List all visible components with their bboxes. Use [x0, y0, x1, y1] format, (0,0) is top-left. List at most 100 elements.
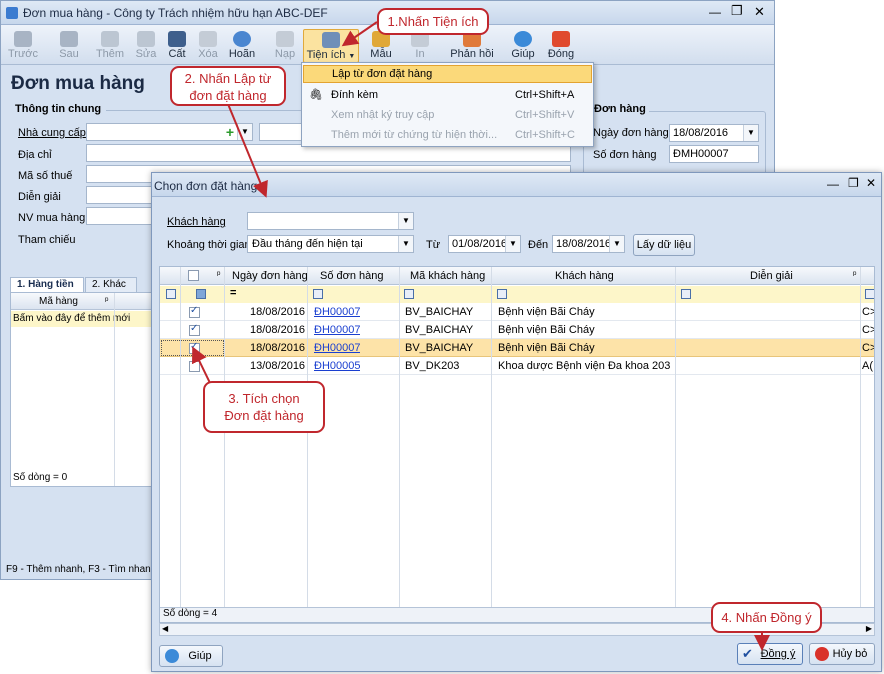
general-section-title: Thông tin chung — [15, 103, 102, 115]
chevron-down-icon[interactable]: ▼ — [743, 125, 758, 141]
order-date-label: Ngày đơn hàng — [593, 127, 669, 139]
column-order-date[interactable]: Ngày đơn hàng — [228, 267, 308, 285]
order-date-input[interactable]: 18/08/2016 ▼ — [669, 124, 759, 142]
arrow-left-icon — [14, 31, 32, 47]
filter-icon[interactable] — [166, 289, 176, 299]
chevron-down-icon[interactable]: ▼ — [398, 236, 413, 252]
filter-icon[interactable] — [681, 289, 691, 299]
from-date-input[interactable]: 01/08/2016 ▼ — [448, 235, 521, 253]
plus-icon[interactable]: + — [226, 124, 234, 140]
tools-icon — [322, 32, 340, 48]
column-customer[interactable]: Khách hàng — [555, 267, 614, 285]
scroll-left-icon[interactable]: ◀ — [162, 624, 168, 633]
filter-icon[interactable] — [313, 289, 323, 299]
save-button[interactable]: Cất — [163, 29, 191, 63]
menu-item-attach[interactable]: 🖇 Đính kèm Ctrl+Shift+A — [303, 86, 592, 104]
row-number[interactable]: ĐH00007 — [310, 339, 360, 357]
grid-line — [307, 267, 308, 607]
maximize-icon[interactable]: ❐ — [848, 176, 859, 190]
orders-grid: ᵖ Ngày đơn hàng Số đơn hàng Mã khách hàn… — [159, 266, 875, 623]
undo-button[interactable]: Hoãn — [226, 29, 258, 63]
filter-equals[interactable]: = — [230, 287, 236, 299]
menu-item-new-from-current[interactable]: Thêm mới từ chứng từ hiện thời... Ctrl+Sh… — [303, 126, 592, 144]
load-icon — [276, 31, 294, 47]
menu-item-access-log[interactable]: Xem nhật ký truy cập Ctrl+Shift+V — [303, 106, 592, 124]
column-order-number[interactable]: Số đơn hàng — [320, 267, 384, 285]
row-description: C> — [862, 324, 875, 336]
save-icon — [168, 31, 186, 47]
help-icon — [165, 649, 179, 663]
filter-icon[interactable] — [497, 289, 507, 299]
load-button[interactable]: Nạp — [271, 29, 299, 63]
fetch-data-button[interactable]: Lấy dữ liệu — [633, 234, 695, 256]
chevron-down-icon[interactable]: ▼ — [398, 213, 413, 229]
address-label: Địa chỉ — [18, 149, 52, 161]
row-checkbox[interactable] — [189, 361, 200, 372]
supplier-input[interactable]: + ▼ — [86, 123, 253, 141]
maximize-icon[interactable]: ❐ — [731, 3, 743, 19]
period-label: Khoảng thời gian — [167, 239, 251, 251]
scroll-right-icon[interactable]: ▶ — [866, 624, 872, 633]
column-description[interactable]: Diễn giải — [750, 267, 793, 285]
delete-button[interactable]: Xóa — [194, 29, 222, 63]
pin-icon[interactable]: ᵖ — [217, 269, 220, 279]
tab-other[interactable]: 2. Khác — [85, 277, 137, 292]
dialog-row-count: Số dòng = 4 — [163, 608, 218, 619]
filter-icon[interactable] — [404, 289, 414, 299]
chevron-down-icon[interactable]: ▼ — [505, 236, 520, 252]
reference-label: Tham chiếu — [18, 234, 76, 246]
grid-line — [399, 267, 400, 607]
grid-line — [180, 267, 181, 607]
power-icon — [552, 31, 570, 47]
row-description: A( — [862, 360, 873, 372]
row-number[interactable]: ĐH00007 — [310, 303, 360, 321]
cancel-button[interactable]: Hủy bỏ — [809, 643, 875, 665]
row-customer-code: BV_BAICHAY — [405, 324, 474, 336]
edit-button[interactable]: Sửa — [132, 29, 160, 63]
close-icon[interactable]: ✕ — [754, 4, 765, 20]
to-date-input[interactable]: 18/08/2016 ▼ — [552, 235, 625, 253]
main-window-title: Đơn mua hàng - Công ty Trách nhiệm hữu h… — [23, 6, 328, 20]
close-icon[interactable]: ✕ — [866, 176, 876, 190]
row-customer-code: BV_BAICHAY — [405, 306, 474, 318]
chevron-down-icon[interactable]: ▼ — [609, 236, 624, 252]
tab-goods[interactable]: 1. Hàng tiền — [10, 277, 84, 292]
grid-line — [114, 293, 115, 486]
row-description: C> — [862, 306, 875, 318]
order-number-input[interactable]: ĐMH00007 — [669, 145, 759, 163]
pin-icon[interactable]: ᵖ — [105, 295, 108, 305]
utilities-menu: Lập từ đơn đặt hàng 🖇 Đính kèm Ctrl+Shift+… — [301, 62, 594, 147]
menu-item-create-from-order[interactable]: Lập từ đơn đặt hàng — [303, 65, 592, 83]
customer-select[interactable]: ▼ — [247, 212, 414, 230]
check-icon: ✓ — [190, 323, 199, 334]
prev-button[interactable]: Trước — [7, 29, 39, 63]
close-button[interactable]: Đóng — [545, 29, 577, 63]
row-number[interactable]: ĐH00005 — [310, 357, 360, 375]
help-button[interactable]: Giúp — [510, 29, 536, 63]
minimize-icon[interactable]: — — [709, 5, 721, 19]
next-button[interactable]: Sau — [53, 29, 85, 63]
filter-icon[interactable] — [865, 289, 874, 299]
row-customer: Bệnh viện Bãi Cháy — [498, 324, 595, 336]
utilities-button[interactable]: Tiện ích ▼ — [303, 29, 359, 63]
ok-button[interactable]: ✔ Đồng ý — [737, 643, 803, 665]
column-customer-code[interactable]: Mã khách hàng — [410, 267, 485, 285]
column-item-code: Mã hàng — [39, 296, 78, 307]
dialog-help-button[interactable]: Giúp — [159, 645, 223, 667]
row-number[interactable]: ĐH00007 — [310, 321, 360, 339]
add-button[interactable]: Thêm — [94, 29, 126, 63]
grid-line — [224, 267, 225, 607]
select-all-checkbox[interactable] — [188, 270, 199, 281]
period-select[interactable]: Đầu tháng đến hiện tại ▼ — [247, 235, 414, 253]
grid-line — [675, 267, 676, 607]
minimize-icon[interactable]: — — [827, 177, 839, 191]
callout-step-2: 2. Nhấn Lập từ đơn đặt hàng — [170, 66, 286, 106]
chevron-down-icon[interactable]: ▼ — [237, 124, 252, 140]
add-row-cell[interactable]: Bấm vào đây để thêm mới — [11, 311, 152, 327]
description-label: Diễn giải — [18, 191, 61, 203]
new-doc-icon — [101, 31, 119, 47]
order-section-title: Đơn hàng — [591, 103, 649, 115]
filter-icon[interactable] — [196, 289, 206, 299]
pin-icon[interactable]: ᵖ — [853, 269, 856, 279]
undo-icon — [233, 31, 251, 47]
